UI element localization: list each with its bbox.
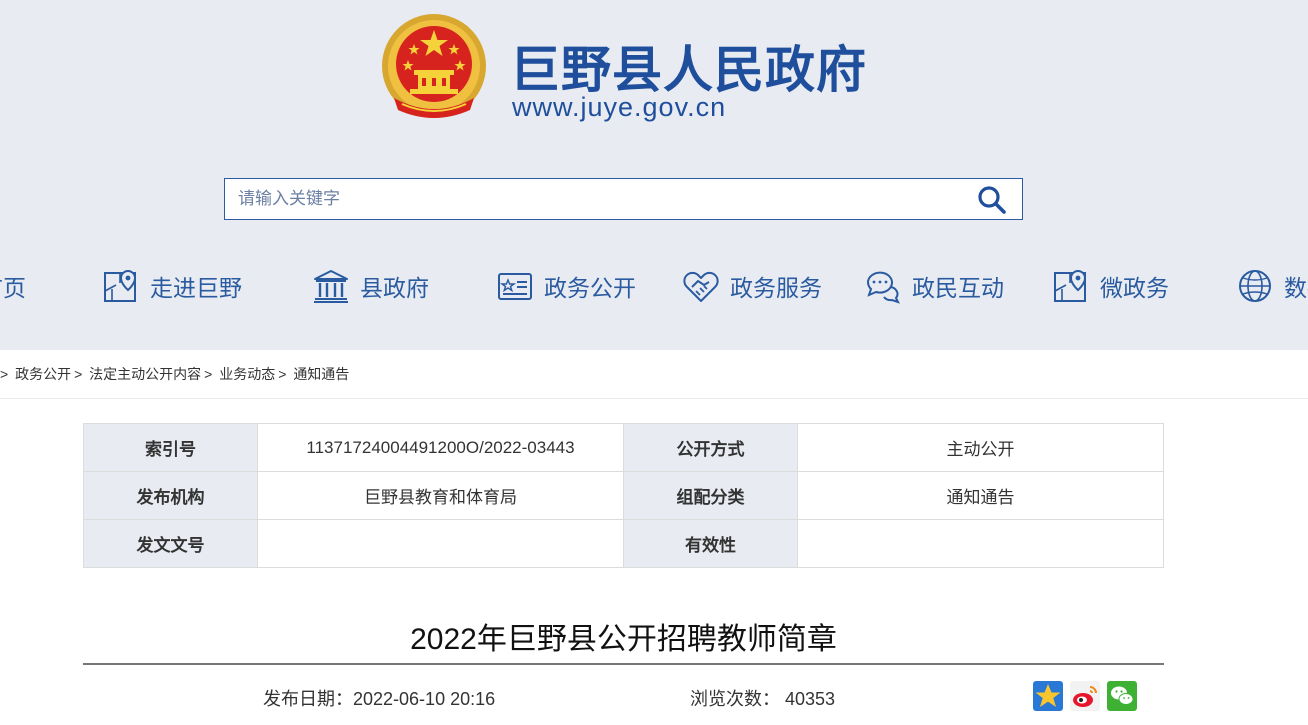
table-row: 发文文号 有效性: [83, 519, 1164, 568]
breadcrumb: > 政务公开 > 法定主动公开内容 > 业务动态 > 通知通告: [0, 364, 352, 384]
breadcrumb-item[interactable]: 通知通告: [293, 366, 349, 382]
article-title: 2022年巨野县公开招聘教师简章: [410, 623, 837, 656]
view-count-value: 40353: [785, 689, 836, 709]
divider: [0, 398, 1308, 399]
category-value: 通知通告: [797, 471, 1164, 520]
map-pin-icon: [1054, 269, 1087, 302]
category-label: 组配分类: [623, 471, 798, 520]
breadcrumb-item[interactable]: 业务动态: [219, 366, 275, 382]
document-number-label: 发文文号: [83, 519, 258, 568]
document-number-value: [257, 519, 624, 568]
search-bar: [224, 178, 1023, 220]
nav-item-micro-government[interactable]: 微政务: [1052, 258, 1169, 314]
nav-item-data[interactable]: 数据: [1236, 258, 1308, 314]
breadcrumb-item[interactable]: 法定主动公开内容: [89, 366, 201, 382]
index-number-value: 11371724004491200O/2022-03443: [257, 423, 624, 472]
site-url: www.juye.gov.cn: [512, 92, 727, 122]
publish-date-label: 发布日期：: [263, 689, 353, 709]
nav-item-label: 数据: [1284, 275, 1308, 301]
handshake-heart-icon: [683, 271, 719, 302]
nav-item-label: 首页: [0, 275, 26, 301]
search-input[interactable]: [225, 179, 965, 219]
view-count-label: 浏览次数：: [690, 689, 780, 709]
nav-item-home[interactable]: 首页: [0, 258, 26, 314]
nav-item-label: 政务公开: [544, 275, 636, 301]
nav-item-government-affairs-disclosure[interactable]: 政务公开: [496, 258, 636, 314]
nav-item-government-services[interactable]: 政务服务: [682, 258, 822, 314]
publish-method-label: 公开方式: [623, 423, 798, 472]
nav-item-about-juye[interactable]: 走进巨野: [102, 258, 242, 314]
table-row: 索引号 11371724004491200O/2022-03443 公开方式 主…: [83, 423, 1164, 472]
site-header: 巨野县人民政府 www.juye.gov.cn 首页 走进巨野: [0, 0, 1308, 350]
breadcrumb-separator: >: [0, 366, 9, 382]
main-nav: 首页 走进巨野 县政府: [0, 258, 1308, 314]
qzone-icon[interactable]: [1033, 681, 1063, 711]
nav-item-citizen-interaction[interactable]: 政民互动: [864, 258, 1004, 314]
breadcrumb-separator: >: [278, 366, 287, 382]
table-row: 发布机构 巨野县教育和体育局 组配分类 通知通告: [83, 471, 1164, 520]
weibo-icon[interactable]: [1070, 681, 1100, 711]
publish-date: 发布日期：2022-06-10 20:16: [263, 685, 495, 711]
map-pin-icon: [104, 269, 137, 302]
nav-item-county-government[interactable]: 县政府: [312, 258, 429, 314]
document-card-icon: [498, 273, 532, 300]
chat-bubbles-icon: [866, 271, 900, 304]
government-building-icon: [314, 270, 348, 303]
document-metadata-table: 索引号 11371724004491200O/2022-03443 公开方式 主…: [83, 423, 1164, 568]
nav-item-label: 政民互动: [912, 275, 1004, 301]
issuer-value: 巨野县教育和体育局: [257, 471, 624, 520]
search-icon[interactable]: [976, 184, 1008, 216]
view-count: 浏览次数： 40353: [690, 685, 835, 711]
title-divider: [83, 663, 1164, 665]
nav-item-label: 微政务: [1100, 275, 1169, 301]
nav-item-label: 走进巨野: [150, 275, 242, 301]
globe-icon: [1239, 270, 1271, 302]
nav-item-label: 县政府: [360, 275, 429, 301]
national-emblem-logo: [382, 14, 486, 118]
issuer-label: 发布机构: [83, 471, 258, 520]
breadcrumb-separator: >: [204, 366, 213, 382]
index-number-label: 索引号: [83, 423, 258, 472]
validity-value: [797, 519, 1164, 568]
nav-item-label: 政务服务: [730, 275, 822, 301]
publish-date-value: 2022-06-10 20:16: [353, 689, 496, 709]
publish-method-value: 主动公开: [797, 423, 1164, 472]
breadcrumb-separator: >: [74, 366, 83, 382]
wechat-icon[interactable]: [1107, 681, 1137, 711]
validity-label: 有效性: [623, 519, 798, 568]
breadcrumb-item[interactable]: 政务公开: [15, 366, 71, 382]
